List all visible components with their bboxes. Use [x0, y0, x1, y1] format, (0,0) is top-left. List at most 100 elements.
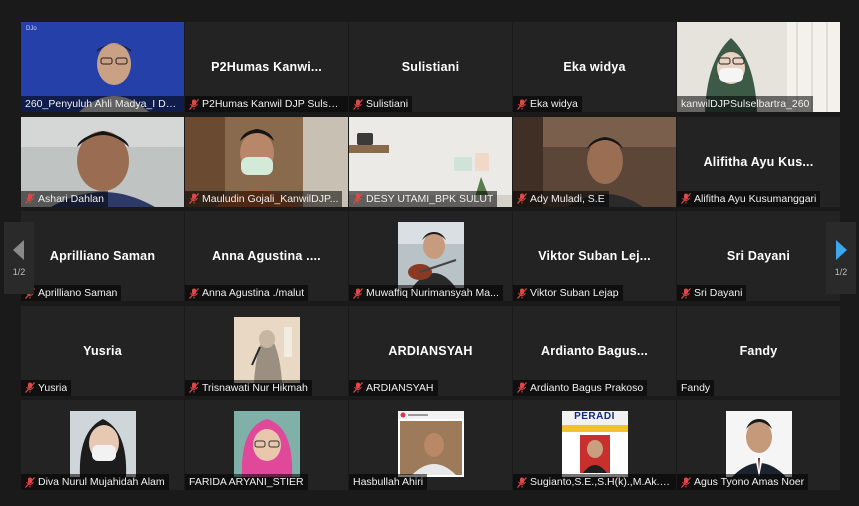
- participant-tile[interactable]: PERADI Sugianto,S.E.,S.H(k).,M.Ak.,B...: [513, 400, 676, 490]
- mic-muted-icon: [517, 382, 527, 393]
- participant-name: Trisnawati Nur Hikmah: [202, 381, 308, 394]
- profile-picture: [233, 411, 300, 477]
- mic-muted-icon: [353, 98, 363, 110]
- participant-label: Anna Agustina ./malut: [185, 285, 309, 301]
- participant-display-name: Ardianto Bagus...: [541, 343, 648, 358]
- participant-tile[interactable]: Eka widya Eka widya: [513, 22, 676, 112]
- participant-tile[interactable]: Ashari Dahlan: [21, 116, 184, 207]
- participant-display-name: Aprilliano Saman: [49, 249, 156, 263]
- participant-label: Yusria: [21, 379, 72, 396]
- participant-name: Viktor Suban Lejap: [530, 287, 619, 299]
- participant-tile[interactable]: Fandy Fandy: [677, 305, 840, 396]
- participant-label: kanwilDJPSulselbartra_260: [677, 96, 814, 112]
- participant-name: Yusria: [38, 381, 68, 394]
- participant-name: Eka widya: [530, 98, 578, 110]
- participant-label: Sulistiani: [349, 96, 413, 112]
- participant-name: Sri Dayani: [694, 287, 743, 299]
- next-page-button[interactable]: 1/2: [826, 222, 856, 294]
- participant-name: Alifitha Ayu Kusumanggari: [694, 192, 817, 205]
- previous-page-button[interactable]: 1/2: [4, 222, 34, 294]
- chevron-right-icon: [836, 240, 847, 260]
- mic-muted-icon: [189, 193, 199, 204]
- participant-display-name: Fandy: [739, 343, 778, 358]
- participant-tile[interactable]: Hasbullah Ahiri: [349, 400, 512, 490]
- participant-label: 260_Penyuluh Ahli Madya_I De...: [21, 96, 184, 112]
- participant-name: Aprilliano Saman: [38, 287, 118, 299]
- participant-label: Ashari Dahlan: [21, 190, 108, 207]
- profile-picture: [397, 222, 464, 288]
- participant-label: Eka widya: [513, 96, 582, 112]
- profile-picture: [233, 316, 300, 383]
- participant-tile[interactable]: Mauludin Gojali_KanwilDJP...: [185, 116, 348, 207]
- participant-label: DESY UTAMI_BPK SULUT: [349, 190, 498, 207]
- participant-tile[interactable]: P2Humas Kanwi... P2Humas Kanwil DJP Suls…: [185, 22, 348, 112]
- participant-tile[interactable]: ARDIANSYAH ARDIANSYAH: [349, 305, 512, 396]
- participant-label: Hasbullah Ahiri: [349, 474, 428, 490]
- participant-label: Mauludin Gojali_KanwilDJP...: [185, 190, 343, 207]
- participant-tile[interactable]: Anna Agustina .... Anna Agustina ./malut: [185, 211, 348, 301]
- participant-name: Hasbullah Ahiri: [353, 476, 424, 488]
- participant-tile[interactable]: Ady Muladi, S.E: [513, 116, 676, 207]
- participant-tile[interactable]: Alifitha Ayu Kus... Alifitha Ayu Kusuman…: [677, 116, 840, 207]
- peradi-logo-text: PERADI: [574, 411, 615, 422]
- participant-tile[interactable]: Agus Tyono Amas Noer: [677, 400, 840, 490]
- participant-name: Ardianto Bagus Prakoso: [530, 381, 644, 394]
- participant-label: Sri Dayani: [677, 285, 747, 301]
- guitar-photo-thumb: [397, 222, 464, 288]
- participant-tile[interactable]: Trisnawati Nur Hikmah: [185, 305, 348, 396]
- mic-muted-icon: [517, 476, 527, 488]
- participant-label: Muwaffiq Nurimansyah Ma...: [349, 285, 503, 301]
- participant-tile[interactable]: Sri Dayani Sri Dayani: [677, 211, 840, 301]
- participant-name: Mauludin Gojali_KanwilDJP...: [202, 192, 339, 205]
- participant-name: Fandy: [681, 381, 711, 394]
- participant-label: Aprilliano Saman: [21, 285, 122, 301]
- participant-name: Anna Agustina ./malut: [202, 287, 305, 299]
- participant-display-name: Anna Agustina ....: [212, 249, 321, 263]
- participant-display-name: Eka widya: [563, 60, 626, 74]
- participant-label: Fandy: [677, 379, 715, 396]
- participant-display-name: P2Humas Kanwi...: [211, 60, 322, 74]
- participant-display-name: ARDIANSYAH: [388, 343, 473, 358]
- participant-name: Diva Nurul Mujahidah Alam: [38, 476, 165, 488]
- illustration-thumb: [233, 316, 300, 383]
- participant-name: Sugianto,S.E.,S.H(k).,M.Ak.,B...: [530, 476, 672, 488]
- participant-label: FARIDA ARYANI_STIER: [185, 474, 308, 490]
- mic-muted-icon: [25, 476, 35, 488]
- participant-tile[interactable]: Yusria Yusria: [21, 305, 184, 396]
- profile-picture: [69, 411, 136, 477]
- participant-tile[interactable]: kanwilDJPSulselbartra_260: [677, 22, 840, 112]
- participant-label: ARDIANSYAH: [349, 379, 438, 396]
- participant-tile[interactable]: Sulistiani Sulistiani: [349, 22, 512, 112]
- participant-name: ARDIANSYAH: [366, 381, 434, 394]
- chevron-left-icon: [13, 240, 24, 260]
- participant-label: Ady Muladi, S.E: [513, 190, 609, 207]
- participant-name: Ashari Dahlan: [38, 192, 104, 205]
- mic-muted-icon: [353, 193, 363, 204]
- page-indicator-right: 1/2: [834, 267, 848, 277]
- profile-picture: [397, 411, 464, 477]
- participant-label: Agus Tyono Amas Noer: [677, 474, 809, 490]
- participant-label: Diva Nurul Mujahidah Alam: [21, 474, 169, 490]
- participant-tile[interactable]: DESY UTAMI_BPK SULUT: [349, 116, 512, 207]
- mic-muted-icon: [517, 98, 527, 110]
- participant-name: Agus Tyono Amas Noer: [694, 476, 805, 488]
- mic-muted-icon: [353, 287, 363, 299]
- participant-tile[interactable]: Ardianto Bagus... Ardianto Bagus Prakoso: [513, 305, 676, 396]
- participant-label: P2Humas Kanwil DJP Sulsel...: [185, 96, 348, 112]
- participant-name: DESY UTAMI_BPK SULUT: [366, 192, 494, 205]
- participant-tile[interactable]: Diva Nurul Mujahidah Alam: [21, 400, 184, 490]
- participant-tile[interactable]: FARIDA ARYANI_STIER: [185, 400, 348, 490]
- participant-tile[interactable]: Viktor Suban Lej... Viktor Suban Lejap: [513, 211, 676, 301]
- participant-tile[interactable]: Aprilliano Saman Aprilliano Saman: [21, 211, 184, 301]
- participant-tile[interactable]: Muwaffiq Nurimansyah Ma...: [349, 211, 512, 301]
- participant-label: Alifitha Ayu Kusumanggari: [677, 190, 821, 207]
- participant-name: kanwilDJPSulselbartra_260: [681, 98, 810, 110]
- participant-label: Ardianto Bagus Prakoso: [513, 379, 648, 396]
- participant-display-name: Sri Dayani: [726, 249, 791, 263]
- participant-name: FARIDA ARYANI_STIER: [189, 476, 304, 488]
- page-indicator-left: 1/2: [12, 267, 26, 277]
- participant-tile[interactable]: DJo 260_Penyuluh Ahli Madya_I De...: [21, 22, 184, 112]
- participant-display-name: Viktor Suban Lej...: [538, 249, 651, 263]
- participant-display-name: Sulistiani: [401, 60, 460, 74]
- participant-display-name: Yusria: [83, 343, 122, 358]
